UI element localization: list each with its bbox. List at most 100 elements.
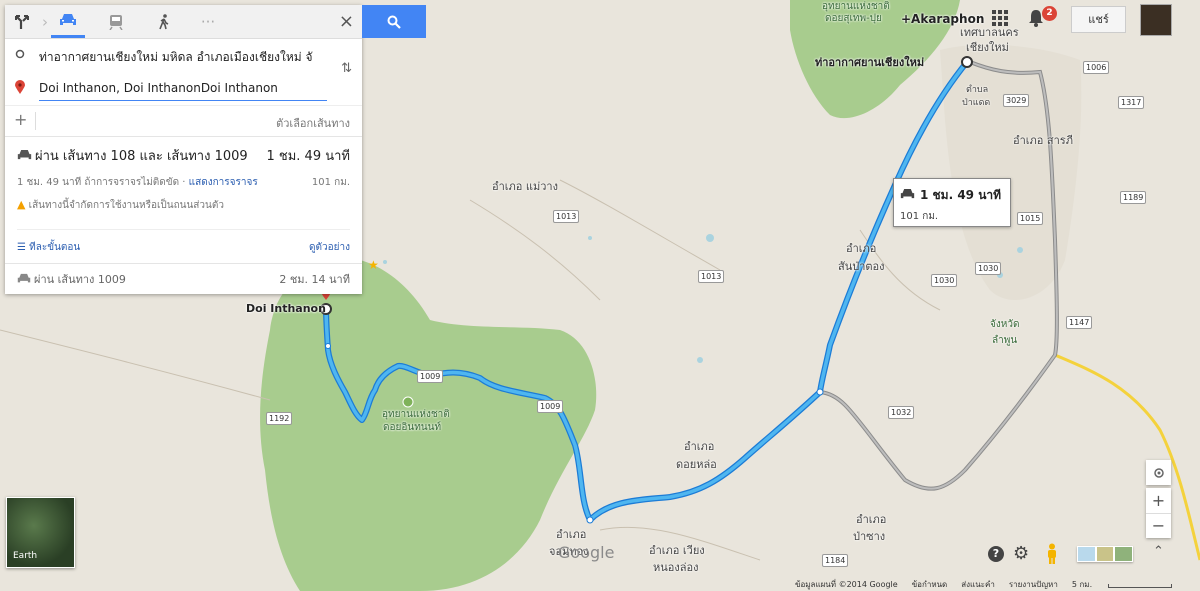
road-shield: 1032 xyxy=(888,406,915,419)
traffic-note: 1 ชม. 49 นาที ถ้าการจราจรไม่ติดขัด · xyxy=(17,177,189,188)
label-lamphun-1: จังหวัด xyxy=(990,319,1020,330)
route-title-text: ผ่าน เส้นทาง 108 และ เส้นทาง 1009 xyxy=(35,149,248,164)
more-icon[interactable]: ··· xyxy=(191,5,225,38)
pegman-icon[interactable] xyxy=(1045,543,1063,567)
share-button[interactable]: แชร์ xyxy=(1071,6,1126,33)
route-option-1[interactable]: ผ่าน เส้นทาง 108 และ เส้นทาง 1009 1 ชม. … xyxy=(5,136,362,263)
label-park-1: อุทยานแห่งชาติ xyxy=(382,409,450,420)
expand-icon[interactable]: ⌃ xyxy=(1153,544,1164,559)
label-mae-wang: อำเภอ แม่วาง xyxy=(492,180,558,193)
close-icon[interactable]: × xyxy=(339,11,354,32)
feedback-link[interactable]: ส่งแนะคำ xyxy=(961,578,995,591)
route-via-point xyxy=(816,388,824,396)
layer-thumb-terrain[interactable] xyxy=(1095,546,1115,562)
road-shield: 1009 xyxy=(537,400,564,413)
label-doi-lo-1: อำเภอ xyxy=(684,440,715,453)
directions-panel: › ··· × ท่าอากาศยานเชียงใหม่ มหิดล อำเภอ… xyxy=(5,5,362,294)
route2-title: ผ่าน เส้นทาง 1009 xyxy=(34,273,126,286)
notification-badge: 2 xyxy=(1042,6,1057,21)
zoom-control: + − xyxy=(1146,488,1171,538)
callout-duration: 1 ชม. 49 นาที xyxy=(900,186,1001,205)
warning-icon: ▲ xyxy=(17,198,26,211)
route-subtitle-row: 1 ชม. 49 นาที ถ้าการจราจรไม่ติดขัด · แสด… xyxy=(17,175,350,190)
road-shield: 1147 xyxy=(1066,316,1093,329)
label-doi-inthanon[interactable]: Doi Inthanon xyxy=(246,302,326,316)
search-button[interactable] xyxy=(362,5,426,38)
road-shield: 1184 xyxy=(822,554,849,567)
svg-text:★: ★ xyxy=(368,258,379,272)
label-wiang-2: หนองล่อง xyxy=(653,561,699,574)
preview-link[interactable]: ดูตัวอย่าง xyxy=(309,240,350,255)
map-footer: ข้อมูลแผนที่ ©2014 Google ข้อกำหนด ส่งแน… xyxy=(795,578,1092,591)
scale-label: 5 กม. xyxy=(1071,580,1093,589)
destination-input[interactable]: Doi Inthanon, Doi InthanonDoi Inthanon xyxy=(39,81,327,101)
origin-circle-icon xyxy=(15,49,25,59)
label-tambon-1: ตำบล xyxy=(966,85,989,95)
terms-link[interactable]: ข้อกำหนด xyxy=(912,578,948,591)
road-shield: 1030 xyxy=(931,274,958,287)
label-san-pa-tong-2: สันป่าตอง xyxy=(838,260,885,273)
route-via-point xyxy=(586,516,594,524)
route-actions: ☰ ทีละขั้นตอน ดูตัวอย่าง xyxy=(17,229,350,257)
label-lamphun-2: ลำพูน xyxy=(992,335,1018,346)
car-icon xyxy=(17,150,32,160)
step-by-step-label: ทีละขั้นตอน xyxy=(29,242,81,253)
locate-icon[interactable] xyxy=(1146,460,1171,485)
report-problem-link[interactable]: รายงานปัญหา xyxy=(1009,578,1058,591)
route-options-link[interactable]: ตัวเลือกเส้นทาง xyxy=(276,114,350,132)
list-icon: ☰ xyxy=(17,242,26,253)
label-pa-sang-1: อำเภอ xyxy=(856,513,887,526)
label-wiang-1: อำเภอ เวียง xyxy=(649,544,705,557)
zoom-in-icon[interactable]: + xyxy=(1146,488,1171,514)
route-duration: 1 ชม. 49 นาที xyxy=(266,149,351,164)
avatar[interactable] xyxy=(1140,4,1172,36)
layer-thumbnails[interactable] xyxy=(1077,546,1134,562)
label-suthep-2: ดอยสุเทพ-ปุย xyxy=(825,13,882,24)
layer-thumb-satellite[interactable] xyxy=(1114,546,1134,562)
road-shield: 1317 xyxy=(1118,96,1145,109)
car-icon xyxy=(60,14,76,25)
route-distance: 101 กม. xyxy=(311,177,350,188)
road-shield: 3029 xyxy=(1003,94,1030,107)
earth-label: Earth xyxy=(13,551,38,561)
car-mode-tab[interactable] xyxy=(51,5,85,38)
route-time-callout[interactable]: 1 ชม. 49 นาที 101 กม. xyxy=(893,178,1011,227)
walk-icon[interactable] xyxy=(147,5,181,38)
swap-icon[interactable]: ⇅ xyxy=(341,61,352,76)
zoom-out-icon[interactable]: − xyxy=(1146,514,1171,538)
label-doi-lo-2: ดอยหล่อ xyxy=(676,458,717,471)
help-icon[interactable]: ? xyxy=(988,546,1004,562)
apps-icon[interactable] xyxy=(992,10,1008,26)
route-option-2[interactable]: ผ่าน เส้นทาง 1009 2 ชม. 14 นาที xyxy=(5,263,362,294)
divider xyxy=(35,112,36,130)
directions-icon[interactable] xyxy=(5,5,39,38)
route-warning: ▲ เส้นทางนี้จำกัดการใช้งานหรือเป็นถนนส่ว… xyxy=(17,198,350,213)
travel-mode-bar: › ··· × xyxy=(5,5,362,39)
origin-marker xyxy=(961,56,973,68)
label-city-2: เชียงใหม่ xyxy=(966,41,1009,54)
callout-duration-text: 1 ชม. 49 นาที xyxy=(920,188,1002,202)
warning-text: เส้นทางนี้จำกัดการใช้งานหรือเป็นถนนส่วนต… xyxy=(28,200,224,211)
scale-bar xyxy=(1108,584,1172,588)
road-shield: 1030 xyxy=(975,262,1002,275)
settings-icon[interactable]: ⚙ xyxy=(1013,543,1029,564)
label-city-1: เทศบาลนคร xyxy=(960,26,1019,39)
map-data-credit: ข้อมูลแผนที่ ©2014 Google xyxy=(795,580,898,589)
show-traffic-link[interactable]: แสดงการจราจร xyxy=(189,177,258,188)
label-saraphi: อำเภอ สารภี xyxy=(1013,134,1073,147)
transit-icon[interactable] xyxy=(99,5,133,38)
road-shield: 1192 xyxy=(266,412,293,425)
layer-thumb-map[interactable] xyxy=(1077,546,1096,562)
label-airport[interactable]: ท่าอากาศยานเชียงใหม่ xyxy=(815,56,924,70)
road-shield: 1015 xyxy=(1017,212,1044,225)
origin-input[interactable]: ท่าอากาศยานเชียงใหม่ มหิดล อำเภอเมืองเชี… xyxy=(39,48,327,67)
road-shield: 1013 xyxy=(553,210,580,223)
road-shield: 1009 xyxy=(417,370,444,383)
car-icon xyxy=(900,189,915,199)
user-profile-link[interactable]: +Akaraphon xyxy=(901,12,984,26)
route-via-point xyxy=(325,343,331,349)
add-destination-icon[interactable]: + xyxy=(14,110,27,129)
earth-view-toggle[interactable]: Earth xyxy=(6,497,75,568)
step-by-step-link[interactable]: ☰ ทีละขั้นตอน xyxy=(17,240,80,255)
label-chom-thong-1: อำเภอ xyxy=(556,528,587,541)
